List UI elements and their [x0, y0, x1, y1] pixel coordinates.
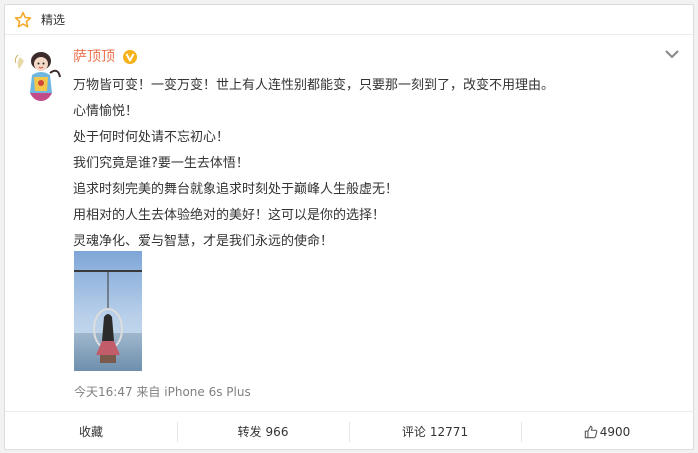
like-count: 4900 [599, 424, 631, 439]
avatar[interactable] [14, 47, 62, 103]
post-text: 万物皆可变！一变万变！世上有人连性别都能变，只要那一刻到了，改变不用理由。 心情… [73, 73, 673, 255]
comment-button[interactable]: 评论 12771 [349, 412, 521, 451]
weibo-post-card: 精选 萨顶顶 万物皆可变！一变万变！世上有人连性别都能变，只要那一刻到了，改变不… [4, 4, 694, 450]
featured-label: 精选 [41, 13, 66, 27]
post-line: 追求时刻完美的舞台就象追求时刻处于巅峰人生般虚无！ [73, 182, 399, 197]
repost-label: 转发 [237, 425, 262, 439]
favorite-button[interactable]: 收藏 [5, 412, 177, 451]
post-line: 处于何时何处请不忘初心！ [73, 130, 230, 145]
repost-count: 966 [265, 424, 289, 439]
favorite-label: 收藏 [78, 425, 103, 439]
star-icon [14, 11, 32, 28]
source-prefix: 来自 [136, 385, 161, 399]
like-button[interactable]: 4900 [521, 412, 693, 451]
post-meta: 今天16:47 来自 iPhone 6s Plus [74, 385, 251, 399]
repost-button[interactable]: 转发 966 [177, 412, 349, 451]
post-line: 用相对的人生去体验绝对的美好！这可以是你的选择！ [73, 208, 386, 223]
source-link[interactable]: iPhone 6s Plus [164, 385, 250, 399]
comment-count: 12771 [429, 424, 469, 439]
thumbs-up-icon [584, 425, 598, 438]
post-line: 万物皆可变！一变万变！世上有人连性别都能变，只要那一刻到了，改变不用理由。 [73, 78, 555, 93]
verified-badge-icon [123, 50, 137, 64]
post-line: 灵魂净化、爱与智慧，才是我们永远的使命！ [73, 234, 334, 249]
comment-label: 评论 [401, 425, 426, 439]
post-line: 心情愉悦！ [73, 104, 139, 119]
post-line: 我们究竟是谁?要一生去体悟！ [73, 156, 249, 171]
post-photo[interactable] [74, 251, 142, 371]
post-time-link[interactable]: 今天16:47 [74, 385, 133, 399]
featured-header: 精选 [5, 5, 693, 35]
author-name-link[interactable]: 萨顶顶 [73, 49, 115, 65]
chevron-down-icon[interactable] [664, 46, 680, 62]
action-bar: 收藏 转发 966 评论 12771 4900 [5, 411, 693, 451]
